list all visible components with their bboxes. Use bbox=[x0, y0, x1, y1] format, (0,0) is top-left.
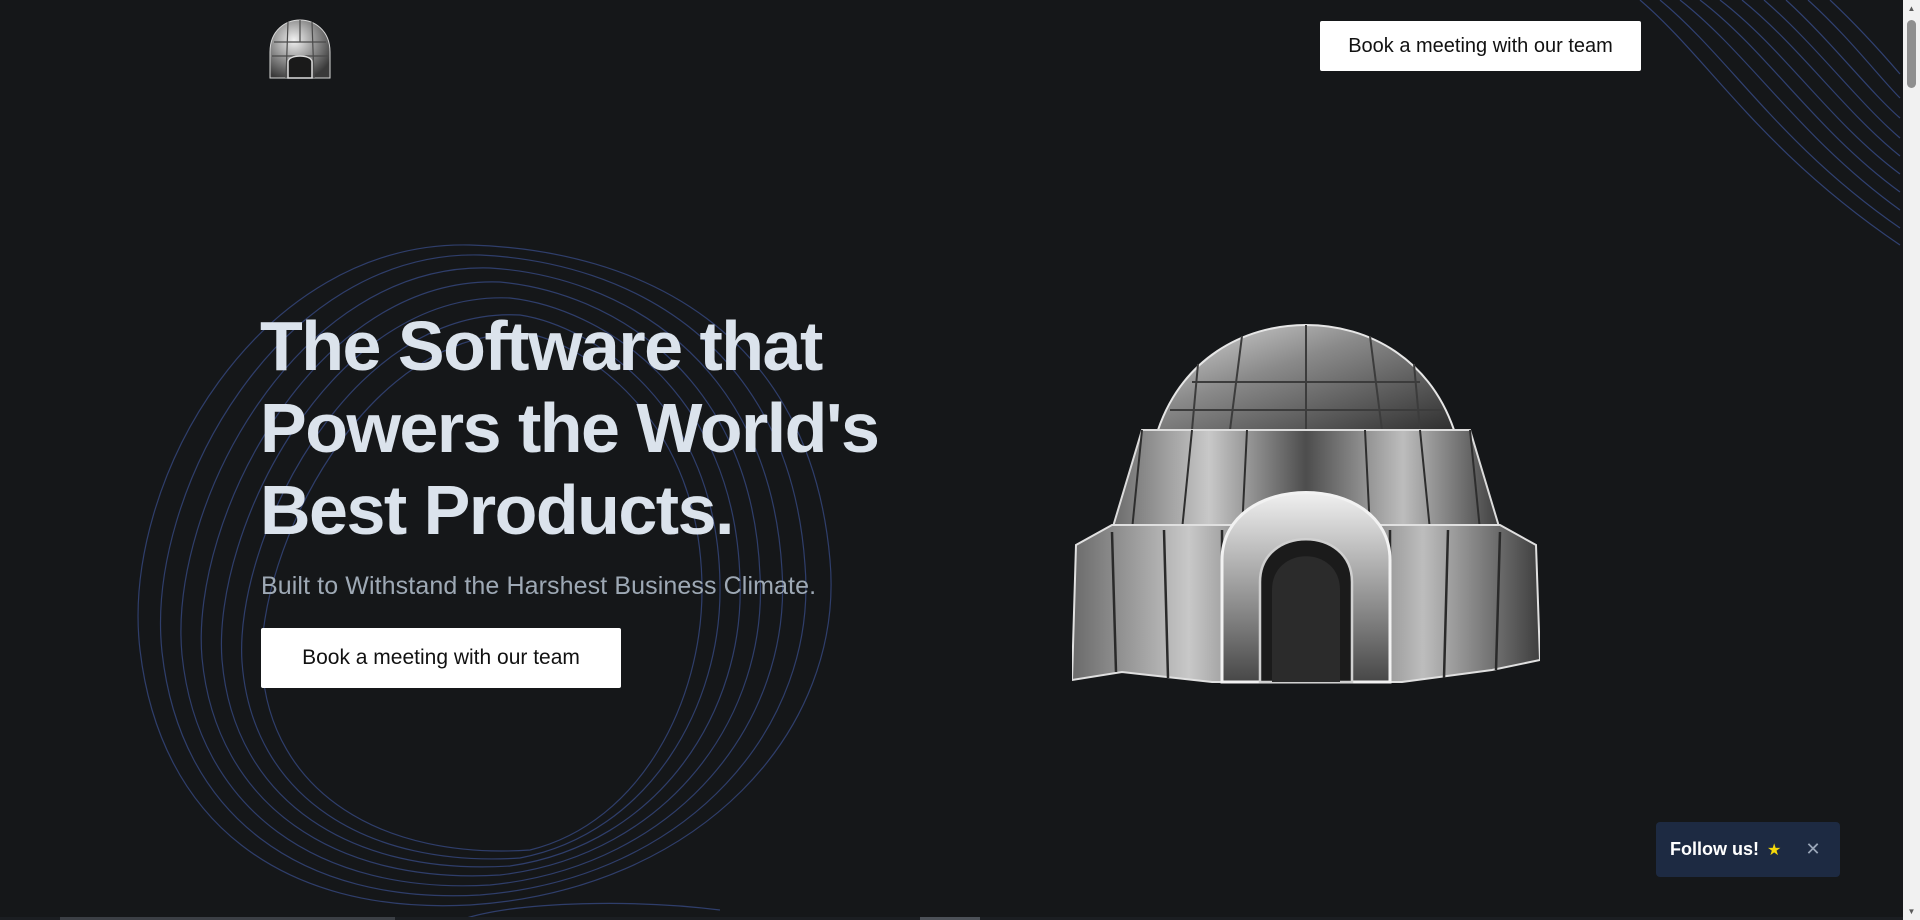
close-icon[interactable]: ✕ bbox=[1800, 836, 1826, 862]
header-book-meeting-button[interactable]: Book a meeting with our team bbox=[1320, 21, 1641, 71]
hero-book-meeting-button[interactable]: Book a meeting with our team bbox=[261, 628, 621, 688]
hero-subtitle: Built to Withstand the Harshest Business… bbox=[261, 572, 817, 600]
star-icon: ★ bbox=[1767, 841, 1782, 859]
scroll-up-arrow-icon[interactable]: ▲ bbox=[1903, 0, 1920, 17]
follow-us-label[interactable]: Follow us! bbox=[1670, 839, 1759, 860]
scrollbar-thumb[interactable] bbox=[1907, 20, 1916, 88]
follow-us-toast[interactable]: Follow us! ★ ✕ bbox=[1656, 822, 1840, 877]
landing-page: Book a meeting with our team The Softwar… bbox=[0, 0, 1920, 920]
igloo-illustration bbox=[1072, 323, 1540, 684]
igloo-logo-icon[interactable] bbox=[264, 16, 336, 82]
hero-title: The Software that Powers the World's Bes… bbox=[260, 307, 880, 549]
scroll-down-arrow-icon[interactable]: ▼ bbox=[1903, 903, 1920, 920]
page-scrollbar[interactable]: ▲ ▼ bbox=[1903, 0, 1920, 920]
